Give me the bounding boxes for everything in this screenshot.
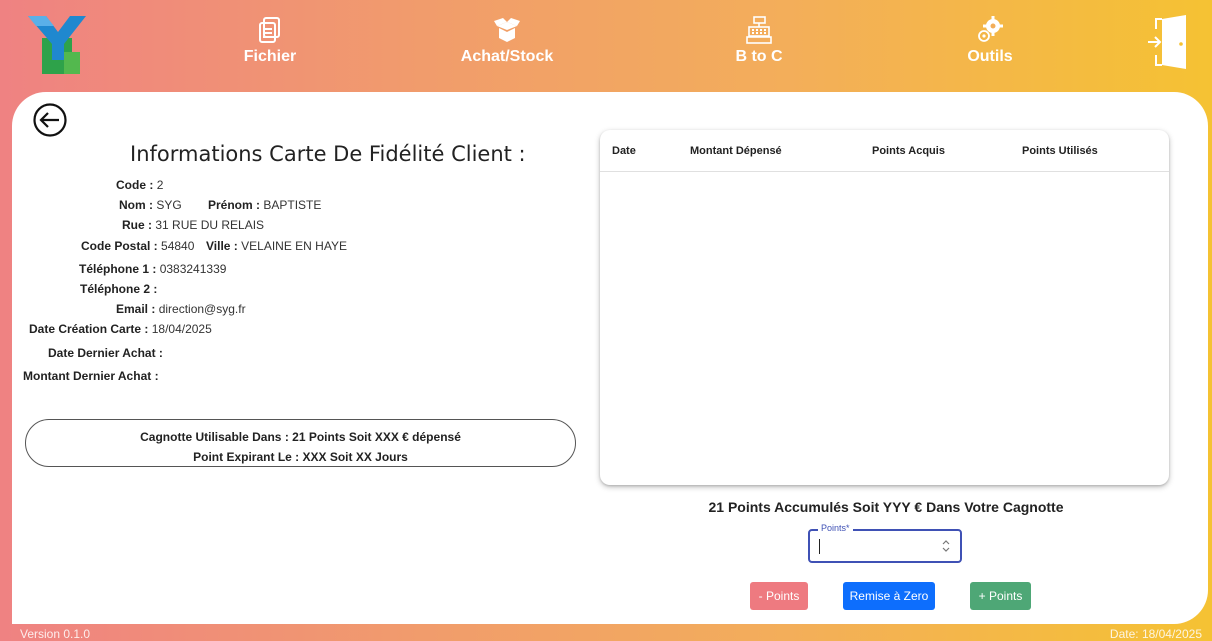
box-icon <box>494 18 520 42</box>
email-value: direction@syg.fr <box>158 302 246 316</box>
ville-row: Ville : VELAINE EN HAYE <box>206 239 347 253</box>
telephone1-label: Téléphone 1 : <box>79 262 157 276</box>
gears-icon <box>978 16 1003 42</box>
nav-fichier[interactable]: Fichier <box>200 16 340 66</box>
exit-door-icon[interactable] <box>1146 15 1190 71</box>
plus-points-button[interactable]: + Points <box>970 582 1031 610</box>
code-row: Code : 2 <box>116 178 163 192</box>
nav-achat-stock-label: Achat/Stock <box>460 48 554 65</box>
date-creation-row: Date Création Carte : 18/04/2025 <box>29 322 212 336</box>
nav-fichier-label: Fichier <box>243 48 297 65</box>
code-postal-label: Code Postal : <box>81 239 158 253</box>
date-creation-label: Date Création Carte : <box>29 322 149 336</box>
rue-value: 31 RUE DU RELAIS <box>155 218 265 232</box>
back-arrow-icon[interactable] <box>32 102 68 138</box>
col-points-utilises[interactable]: Points Utilisés <box>1022 145 1098 157</box>
col-points-acquis[interactable]: Points Acquis <box>872 145 945 157</box>
code-postal-row: Code Postal : 54840 <box>81 239 194 253</box>
footer-date: Date: 18/04/2025 <box>1109 627 1202 641</box>
rue-row: Rue : 31 RUE DU RELAIS <box>122 218 264 232</box>
points-history-table: Date Montant Dépensé Points Acquis Point… <box>600 130 1169 485</box>
reset-button[interactable]: Remise à Zero <box>843 582 935 610</box>
top-navigation: Fichier Achat/Stock B to C Outils <box>0 0 1212 92</box>
telephone2-row: Téléphone 2 : <box>80 282 157 296</box>
ville-label: Ville : <box>206 239 238 253</box>
code-label: Code : <box>116 178 154 192</box>
nom-row: Nom : SYG <box>119 198 182 212</box>
nav-b-to-c-label: B to C <box>735 48 783 65</box>
file-icon <box>259 17 280 43</box>
email-row: Email : direction@syg.fr <box>116 302 246 316</box>
cagnotte-box: Cagnotte Utilisable Dans : 21 Points Soi… <box>25 419 576 467</box>
table-header: Date Montant Dépensé Points Acquis Point… <box>600 130 1169 172</box>
main-panel: Informations Carte De Fidélité Client : … <box>12 92 1208 624</box>
email-label: Email : <box>116 302 156 316</box>
col-montant-depense[interactable]: Montant Dépensé <box>690 145 782 157</box>
rue-label: Rue : <box>122 218 152 232</box>
date-dernier-achat-row: Date Dernier Achat : <box>48 346 163 360</box>
points-field-label: Points* <box>818 523 853 533</box>
prenom-label: Prénom : <box>208 198 261 212</box>
expiration-line: Point Expirant Le : XXX Soit XX Jours <box>193 450 408 464</box>
col-date[interactable]: Date <box>612 145 636 157</box>
telephone1-value: 0383241339 <box>159 262 227 276</box>
telephone1-row: Téléphone 1 : 0383241339 <box>79 262 226 276</box>
points-input[interactable]: Points* <box>808 523 962 563</box>
prenom-value: BAPTISTE <box>263 198 322 212</box>
syg-logo[interactable] <box>24 10 90 78</box>
points-summary: 21 Points Accumulés Soit YYY € Dans Votr… <box>708 499 1064 515</box>
version-label: Version 0.1.0 <box>20 627 91 641</box>
code-postal-value: 54840 <box>161 239 195 253</box>
nom-value: SYG <box>156 198 182 212</box>
prenom-row: Prénom : BAPTISTE <box>208 198 321 212</box>
nav-achat-stock[interactable]: Achat/Stock <box>437 16 577 66</box>
date-dernier-achat-label: Date Dernier Achat : <box>48 346 163 360</box>
nav-b-to-c[interactable]: B to C <box>689 16 829 66</box>
text-caret <box>819 539 820 554</box>
code-value: 2 <box>156 178 164 192</box>
nav-outils-label: Outils <box>967 48 1013 65</box>
minus-points-button[interactable]: - Points <box>750 582 808 610</box>
cagnotte-line: Cagnotte Utilisable Dans : 21 Points Soi… <box>140 430 461 444</box>
client-card-title: Informations Carte De Fidélité Client : <box>130 142 526 166</box>
date-creation-value: 18/04/2025 <box>151 322 212 336</box>
number-spinner-icon[interactable] <box>942 538 950 554</box>
telephone2-label: Téléphone 2 : <box>80 282 158 296</box>
cash-register-icon <box>746 16 772 44</box>
nav-outils[interactable]: Outils <box>920 16 1060 66</box>
montant-dernier-achat-label: Montant Dernier Achat : <box>23 369 159 383</box>
montant-dernier-achat-row: Montant Dernier Achat : <box>23 369 159 383</box>
nom-label: Nom : <box>119 198 153 212</box>
ville-value: VELAINE EN HAYE <box>241 239 347 253</box>
